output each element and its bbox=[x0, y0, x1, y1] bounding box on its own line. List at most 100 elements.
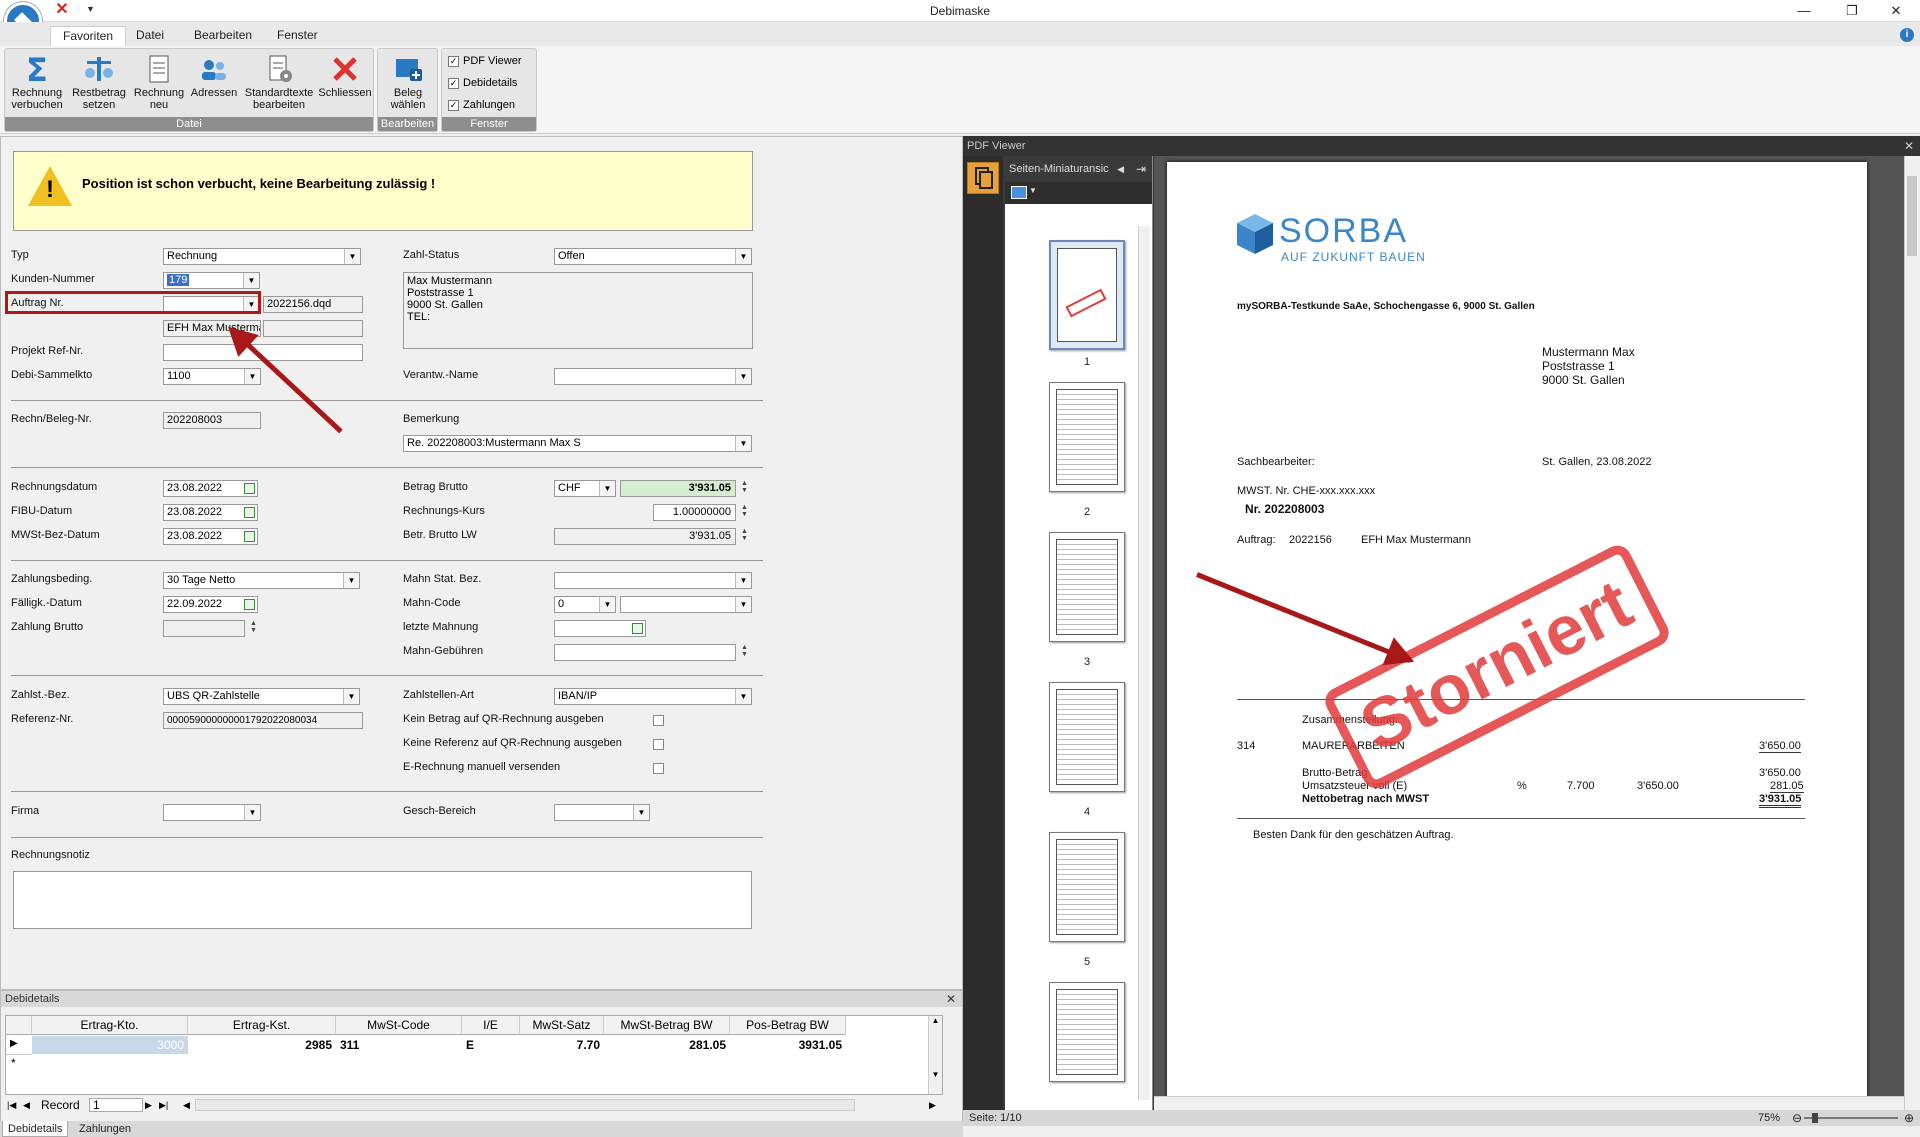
mahn-stat-bez-select[interactable]: ▼ bbox=[554, 572, 752, 589]
mahn-code-desc-select[interactable]: ▼ bbox=[620, 596, 752, 613]
close-button[interactable]: ✕ bbox=[1876, 2, 1916, 20]
tab-zahlungen[interactable]: Zahlungen bbox=[74, 1121, 136, 1137]
info-icon[interactable]: i bbox=[1900, 28, 1914, 42]
chevron-down-icon[interactable]: ▼ bbox=[633, 805, 649, 820]
column-header[interactable]: Pos-Betrag BW bbox=[730, 1016, 846, 1035]
tab-bearbeiten[interactable]: Bearbeiten bbox=[182, 26, 264, 46]
thumbnail-page[interactable] bbox=[1049, 832, 1125, 942]
prev-record-icon[interactable]: ◀ bbox=[23, 1097, 30, 1113]
rechnung-neu-button[interactable]: Rechnung neu bbox=[131, 53, 187, 111]
table-cell[interactable]: 311 bbox=[336, 1036, 462, 1054]
chevron-down-icon[interactable]: ▼ bbox=[735, 689, 751, 704]
chevron-down-icon[interactable]: ▼ bbox=[343, 573, 359, 588]
close-icon[interactable]: ✕ bbox=[1904, 136, 1914, 156]
calendar-icon[interactable] bbox=[244, 483, 255, 494]
zahlungsbeding-select[interactable]: 30 Tage Netto ▼ bbox=[163, 572, 360, 589]
chevron-down-icon[interactable]: ▼ bbox=[735, 573, 751, 588]
document-vscroll[interactable] bbox=[1904, 156, 1920, 1110]
chevron-down-icon[interactable]: ▼ bbox=[344, 249, 360, 264]
scroll-left-icon[interactable]: ◀ bbox=[183, 1097, 190, 1113]
calendar-icon[interactable] bbox=[244, 599, 255, 610]
keine-referenz-checkbox[interactable] bbox=[653, 739, 664, 750]
zoom-in-icon[interactable]: ⊕ bbox=[1904, 1110, 1914, 1126]
kein-betrag-checkbox[interactable] bbox=[653, 715, 664, 726]
debi-sammelkto-select[interactable]: 1100 ▼ bbox=[163, 368, 261, 385]
thumbnail-page[interactable] bbox=[1049, 382, 1125, 492]
restbetrag-setzen-button[interactable]: Restbetrag setzen bbox=[69, 53, 129, 111]
rechnungsdatum-input[interactable]: 23.08.2022 bbox=[163, 480, 258, 497]
rechnung-verbuchen-button[interactable]: Σ Rechnung verbuchen bbox=[9, 51, 65, 111]
tab-fenster[interactable]: Fenster bbox=[265, 26, 330, 46]
grid-hscroll[interactable] bbox=[195, 1099, 855, 1111]
column-header[interactable]: MwSt-Betrag BW bbox=[604, 1016, 730, 1035]
column-header[interactable]: MwSt-Satz bbox=[520, 1016, 604, 1035]
chevron-down-icon[interactable]: ▼ bbox=[244, 369, 260, 384]
last-record-icon[interactable]: ▶| bbox=[159, 1097, 168, 1113]
typ-select[interactable]: Rechnung ▼ bbox=[163, 248, 361, 265]
restore-button[interactable]: ❐ bbox=[1832, 2, 1872, 20]
zoom-out-icon[interactable]: ⊖ bbox=[1792, 1110, 1802, 1126]
chevron-down-icon[interactable]: ▼ bbox=[343, 689, 359, 704]
chevron-down-icon[interactable]: ▼ bbox=[599, 597, 615, 612]
zoom-slider-thumb[interactable] bbox=[1812, 1113, 1818, 1123]
rechnungs-kurs-input[interactable]: 1.00000000 bbox=[653, 504, 736, 521]
fibu-datum-input[interactable]: 23.08.2022 bbox=[163, 504, 258, 521]
mahn-code-select[interactable]: 0 ▼ bbox=[554, 596, 616, 613]
spin-icon[interactable]: ▲ ▼ bbox=[741, 480, 748, 494]
minimize-button[interactable]: — bbox=[1784, 2, 1824, 20]
scroll-right-icon[interactable]: ▶ bbox=[929, 1097, 936, 1113]
spin-icon[interactable]: ▲ ▼ bbox=[741, 528, 748, 542]
chevron-down-icon[interactable]: ▼ bbox=[735, 436, 751, 451]
kunden-nummer-select[interactable]: 179 ▼ bbox=[163, 272, 260, 289]
debidetails-checkbox[interactable]: ✓ Debidetails bbox=[448, 77, 517, 89]
column-header[interactable]: I/E bbox=[462, 1016, 520, 1035]
mahn-gebuehren-input[interactable] bbox=[554, 644, 736, 661]
gesch-bereich-select[interactable]: ▼ bbox=[554, 804, 650, 821]
zahlstellen-art-select[interactable]: IBAN/IP ▼ bbox=[554, 688, 752, 705]
chevron-down-icon[interactable]: ▼ bbox=[735, 249, 751, 264]
pdf-viewer-checkbox[interactable]: ✓ PDF Viewer bbox=[448, 55, 521, 67]
standardtexte-bearbeiten-button[interactable]: Standardtexte bearbeiten bbox=[241, 53, 317, 111]
zahlungen-checkbox[interactable]: ✓ Zahlungen bbox=[448, 99, 515, 111]
document-hscroll[interactable] bbox=[1154, 1096, 1904, 1110]
bemerkung-select[interactable]: Re. 202208003:Mustermann Max S ▼ bbox=[403, 435, 752, 452]
tab-debidetails[interactable]: Debidetails bbox=[2, 1121, 69, 1137]
calendar-icon[interactable] bbox=[244, 507, 255, 518]
table-cell[interactable]: E bbox=[462, 1036, 520, 1054]
schliessen-button[interactable]: Schliessen bbox=[317, 53, 373, 99]
verantw-name-select[interactable]: ▼ bbox=[554, 368, 752, 385]
chevron-down-icon[interactable]: ▼ bbox=[244, 805, 260, 820]
beleg-waehlen-button[interactable]: Beleg wählen bbox=[382, 53, 434, 111]
close-icon[interactable]: ✕ bbox=[946, 991, 956, 1007]
first-record-icon[interactable]: |◀ bbox=[7, 1097, 16, 1113]
thumbnail-page[interactable] bbox=[1049, 682, 1125, 792]
grid-vscroll[interactable]: ▲ ▼ bbox=[928, 1016, 942, 1094]
table-cell[interactable]: 7.70 bbox=[520, 1036, 604, 1054]
chevron-down-icon[interactable]: ▼ bbox=[735, 597, 751, 612]
chevron-down-icon[interactable]: ▼ bbox=[243, 273, 259, 288]
currency-select[interactable]: CHF ▼ bbox=[554, 480, 616, 497]
calendar-icon[interactable] bbox=[632, 623, 643, 634]
tab-favoriten[interactable]: Favoriten bbox=[50, 26, 127, 46]
chevron-down-icon[interactable]: ▼ bbox=[1029, 186, 1037, 195]
calendar-icon[interactable] bbox=[244, 531, 255, 542]
e-rechnung-checkbox[interactable] bbox=[653, 763, 664, 774]
mwst-bez-datum-input[interactable]: 23.08.2022 bbox=[163, 528, 258, 545]
pages-icon[interactable] bbox=[967, 162, 999, 194]
spin-icon[interactable]: ▲ ▼ bbox=[741, 504, 748, 518]
column-header[interactable]: Ertrag-Kst. bbox=[188, 1016, 336, 1035]
record-number-input[interactable]: 1 bbox=[89, 1098, 143, 1112]
table-cell[interactable]: 3931.05 bbox=[730, 1036, 846, 1054]
chevron-down-icon[interactable]: ▼ bbox=[599, 481, 615, 496]
table-cell[interactable]: 281.05 bbox=[604, 1036, 730, 1054]
thumbnail-page[interactable] bbox=[1049, 982, 1125, 1082]
next-record-icon[interactable]: ▶ bbox=[145, 1097, 152, 1113]
faelligk-datum-input[interactable]: 22.09.2022 bbox=[163, 596, 258, 613]
table-cell[interactable]: 3000 bbox=[32, 1036, 188, 1054]
spin-icon[interactable]: ▲ ▼ bbox=[741, 644, 748, 658]
table-cell[interactable]: 2985 bbox=[188, 1036, 336, 1054]
firma-select[interactable]: ▼ bbox=[163, 804, 261, 821]
collapse-icon[interactable]: ◀ bbox=[1117, 156, 1124, 182]
zahl-status-select[interactable]: Offen ▼ bbox=[554, 248, 752, 265]
adressen-button[interactable]: Adressen bbox=[187, 53, 241, 99]
